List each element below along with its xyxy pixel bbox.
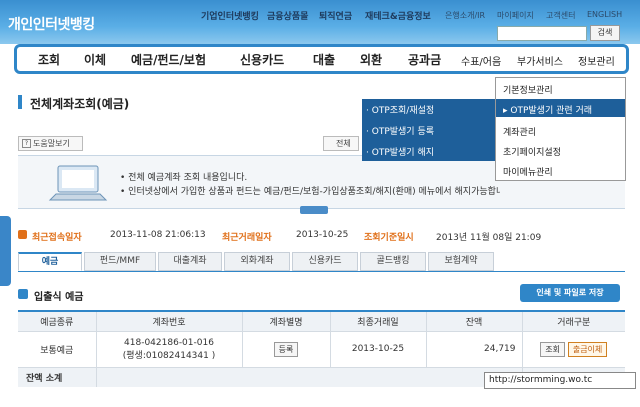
col-tx-type: 거래구분 (521, 310, 625, 331)
withdraw-transfer-button[interactable]: 출금이체 (567, 341, 608, 357)
last-login-value: 2013-11-08 21:06:13 (110, 230, 206, 240)
all-view-button[interactable]: 전체 (323, 136, 359, 151)
mainnav-inquiry[interactable]: 조회 (38, 51, 60, 68)
nav-product-mall[interactable]: 금융상품몰 (267, 9, 308, 22)
info-line-1: • 전체 예금계좌 조회 내용입니다. (120, 173, 248, 183)
print-save-button[interactable]: 인쇄 및 파일로 저장 (520, 284, 620, 302)
tab-deposit[interactable]: 예금 (18, 252, 82, 271)
info-line-2: • 인터넷상에서 가입한 상품과 펀드는 예금/펀드/보험-가입상품조회/해지(… (120, 187, 500, 197)
cell-account: 418-042186-01-016 (평생:01082414341 ) (95, 330, 242, 367)
col-alias: 계좌별명 (241, 310, 330, 331)
title-marker (18, 95, 22, 109)
info-menu-start-page[interactable]: 초기페이지설정 (503, 145, 561, 158)
util-about[interactable]: 은행소개/IR (445, 10, 485, 21)
cell-balance: 24,719 (425, 330, 522, 367)
nav-corporate-banking[interactable]: 기업인터넷뱅킹 (201, 9, 259, 22)
mainnav-transfer[interactable]: 이체 (84, 51, 106, 68)
tab-loan-account[interactable]: 대출계좌 (158, 252, 222, 271)
computer-icon (48, 165, 108, 201)
mainnav-loan[interactable]: 대출 (313, 51, 335, 68)
cell-alias: 등록 (241, 330, 330, 367)
mainnav-forex[interactable]: 외환 (360, 51, 382, 68)
otp-menu-item-cancel[interactable]: · OTP발생기 해지 (366, 145, 434, 158)
tab-forex-account[interactable]: 외화계좌 (224, 252, 290, 271)
search-button[interactable]: 검색 (590, 25, 620, 41)
info-menu-basic[interactable]: 기본정보관리 (503, 83, 553, 96)
col-balance: 잔액 (425, 310, 522, 331)
tab-fund[interactable]: 펀드/MMF (84, 252, 156, 271)
tab-gold-banking[interactable]: 골드뱅킹 (360, 252, 426, 271)
nav-finance-info[interactable]: 재테크&금융정보 (365, 9, 431, 22)
last-tx-label: 최근거래일자 (222, 233, 272, 243)
table-row: 보통예금 418-042186-01-016 (평생:01082414341 )… (18, 330, 625, 367)
search-input[interactable] (497, 26, 587, 41)
question-icon: ? (22, 139, 31, 148)
info-menu-otp[interactable]: ▸ OTP발생기 관련 거래 (503, 103, 592, 116)
help-button[interactable]: ? 도움말보기 (18, 136, 83, 151)
info-menu-account[interactable]: 계좌관리 (503, 125, 536, 138)
section-title: 입출식 예금 (34, 292, 84, 303)
col-account: 계좌번호 (95, 310, 242, 331)
account-sub: (평생:01082414341 ) (122, 350, 216, 361)
help-button-label: 도움말보기 (33, 139, 70, 148)
col-last-date: 최종거래일 (329, 310, 426, 331)
login-icon (18, 230, 27, 239)
collapse-toggle[interactable] (300, 206, 328, 214)
tab-insurance[interactable]: 보험계약 (428, 252, 494, 271)
cell-type: 보통예금 (18, 330, 96, 367)
util-english[interactable]: ENGLISH (587, 10, 622, 19)
register-alias-button[interactable]: 등록 (273, 341, 299, 357)
sum-value: 24, (95, 366, 522, 387)
last-tx-value: 2013-10-25 (296, 230, 349, 240)
query-time-label: 조회기준일시 (364, 233, 414, 243)
logo[interactable]: 개인인터넷뱅킹 (8, 14, 95, 34)
mainnav-utility-bills[interactable]: 공과금 (408, 51, 441, 68)
account-number: 418-042186-01-016 (124, 337, 214, 348)
last-login-label: 최근접속일자 (32, 233, 82, 243)
cell-actions: 조회 출금이체 (521, 330, 625, 367)
otp-menu-item-reset[interactable]: · OTP조회/재설정 (366, 103, 434, 116)
util-customer-center[interactable]: 고객센터 (546, 10, 575, 21)
nav-pension[interactable]: 퇴직연금 (319, 9, 352, 22)
watermark-url: http://stormming.wo.tc (484, 372, 636, 389)
inquiry-button[interactable]: 조회 (540, 341, 565, 357)
tab-credit-card[interactable]: 신용카드 (292, 252, 358, 271)
mainnav-extra-services[interactable]: 부가서비스 (517, 53, 563, 68)
table-header-row: 예금종류 계좌번호 계좌별명 최종거래일 잔액 거래구분 (18, 310, 625, 331)
col-type: 예금종류 (18, 310, 96, 331)
page-title: 전체계좌조회(예금) (30, 97, 130, 111)
sum-label: 잔액 소계 (18, 366, 96, 387)
util-mypage[interactable]: 마이페이지 (497, 10, 534, 21)
mainnav-checks[interactable]: 수표/어음 (461, 53, 501, 68)
side-quick-tab[interactable] (0, 216, 11, 286)
info-menu-my-menu[interactable]: 마이메뉴관리 (503, 165, 553, 178)
section-icon (18, 289, 28, 299)
mainnav-credit-card[interactable]: 신용카드 (240, 51, 284, 68)
otp-menu-item-register[interactable]: · OTP발생기 등록 (366, 124, 434, 137)
query-time-value: 2013년 11월 08일 21:09 (436, 233, 542, 243)
mainnav-deposit-fund[interactable]: 예금/펀드/보험 (131, 51, 206, 68)
cell-last-date: 2013-10-25 (329, 330, 426, 367)
tab-underline (18, 271, 625, 272)
mainnav-info-management[interactable]: 정보관리 (578, 53, 615, 68)
